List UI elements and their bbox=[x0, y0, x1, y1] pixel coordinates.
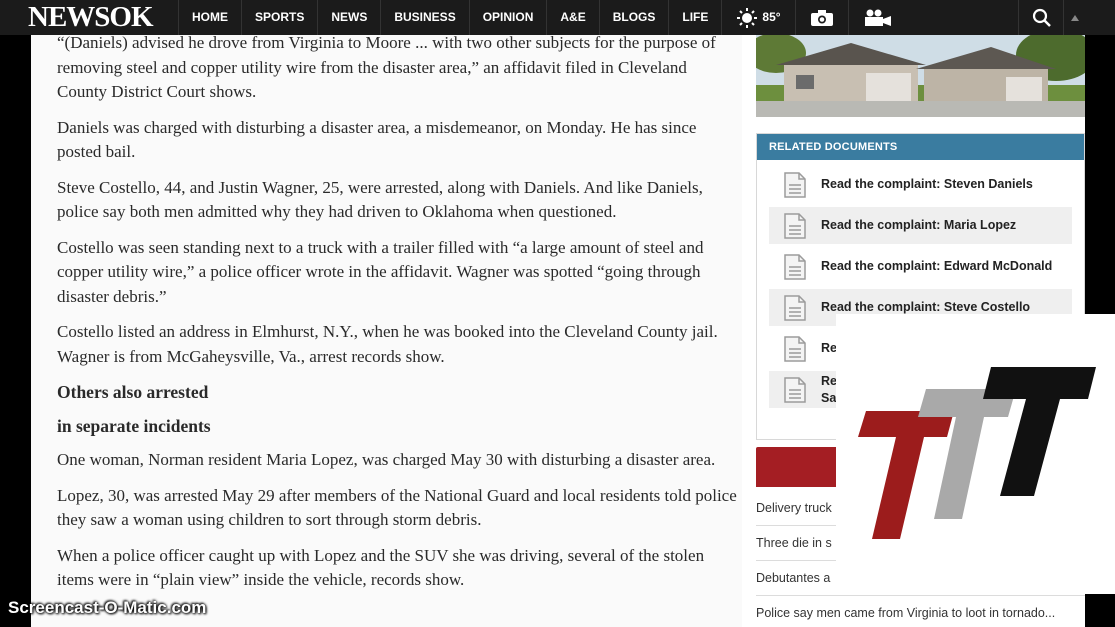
nav-video[interactable] bbox=[847, 0, 907, 35]
nav-life[interactable]: LIFE bbox=[668, 0, 721, 35]
channel-logo bbox=[836, 314, 1115, 594]
camera-icon bbox=[810, 9, 833, 26]
nav-sports[interactable]: SPORTS bbox=[241, 0, 317, 35]
document-label: Read the complaint: Edward McDonald bbox=[821, 259, 1053, 273]
screencast-watermark: Screencast-O-Matic.com bbox=[8, 598, 207, 617]
story-link[interactable]: Police say men came from Virginia to loo… bbox=[756, 596, 1085, 627]
document-icon bbox=[784, 294, 806, 321]
document-label: Read the complaint: Steven Daniels bbox=[821, 177, 1033, 191]
article-subhead: in separate incidents bbox=[57, 416, 211, 436]
article-body: “(Daniels) advised he drove from Virgini… bbox=[31, 35, 742, 627]
document-label: Re Sa bbox=[821, 373, 837, 405]
document-link[interactable]: Read the complaint: Steven Daniels bbox=[769, 166, 1072, 203]
nav-weather[interactable]: 85° bbox=[721, 0, 794, 35]
nav-blogs[interactable]: BLOGS bbox=[598, 0, 669, 35]
article-subhead: Others also arrested bbox=[57, 382, 209, 402]
article-paragraph: Steve Costello, 44, and Justin Wagner, 2… bbox=[57, 177, 703, 222]
article-paragraph: Costello was seen standing next to a tru… bbox=[57, 237, 704, 306]
search-icon bbox=[1032, 8, 1051, 27]
nav-news[interactable]: NEWS bbox=[317, 0, 380, 35]
document-icon bbox=[784, 335, 806, 362]
article-paragraph: When a police officer caught up with Lop… bbox=[57, 545, 705, 590]
column-gutter bbox=[742, 35, 756, 627]
nav-photos[interactable] bbox=[794, 0, 848, 35]
nav-opinion[interactable]: OPINION bbox=[468, 0, 547, 35]
related-photo[interactable] bbox=[756, 35, 1085, 117]
article-paragraph: Lopez, 30, was arrested May 29 after mem… bbox=[57, 485, 737, 530]
weather-temp: 85° bbox=[762, 10, 781, 24]
ttt-logo-icon bbox=[858, 367, 1096, 539]
related-documents-title: RELATED DOCUMENTS bbox=[757, 134, 1084, 160]
document-icon bbox=[784, 171, 806, 198]
document-link[interactable]: Read the complaint: Edward McDonald bbox=[769, 248, 1072, 285]
sun-icon bbox=[737, 7, 758, 28]
document-link[interactable]: Read the complaint: Maria Lopez bbox=[769, 207, 1072, 244]
document-icon bbox=[784, 253, 806, 280]
newsok-logo[interactable]: NEWSOK bbox=[28, 2, 154, 33]
article-paragraph: “(Daniels) advised he drove from Virgini… bbox=[57, 35, 716, 101]
article-paragraph: Costello listed an address in Elmhurst, … bbox=[57, 322, 718, 366]
article-paragraph: One woman, Norman resident Maria Lopez, … bbox=[57, 450, 716, 469]
document-icon bbox=[784, 376, 806, 403]
scroll-up-button[interactable] bbox=[1063, 0, 1086, 35]
house-image bbox=[756, 35, 1085, 117]
nav-business[interactable]: BUSINESS bbox=[380, 0, 468, 35]
nav-ae[interactable]: A&E bbox=[546, 0, 598, 35]
document-icon bbox=[784, 212, 806, 239]
search-button[interactable] bbox=[1018, 0, 1064, 35]
document-label: Re bbox=[821, 341, 837, 355]
video-camera-icon bbox=[864, 9, 891, 26]
document-label: Read the complaint: Maria Lopez bbox=[821, 218, 1017, 232]
top-nav: NEWSOK HOME SPORTS NEWS BUSINESS OPINION… bbox=[0, 0, 1115, 35]
triangle-up-icon bbox=[1071, 14, 1079, 21]
nav-menu: HOME SPORTS NEWS BUSINESS OPINION A&E BL… bbox=[178, 0, 907, 35]
nav-home[interactable]: HOME bbox=[178, 0, 241, 35]
article-paragraph: Daniels was charged with disturbing a di… bbox=[57, 117, 697, 162]
